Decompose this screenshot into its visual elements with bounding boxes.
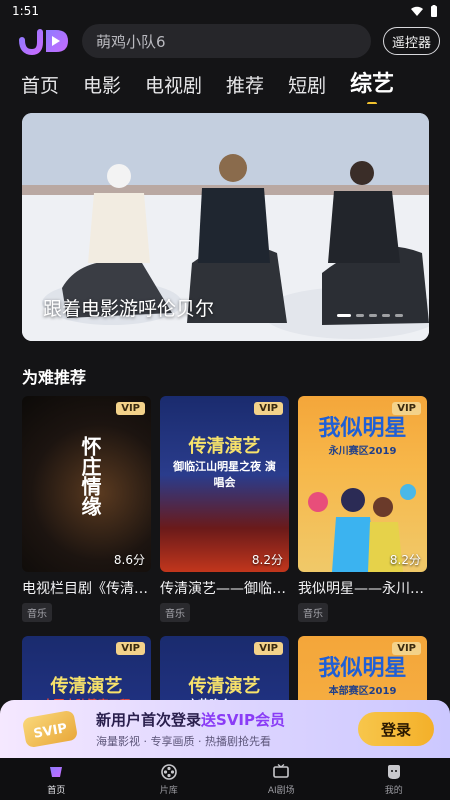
nav-item-profile[interactable]: 我的 (338, 758, 450, 800)
card-art-subtitle: 永川赛区2019 (328, 446, 397, 457)
promo-headline-highlight: 送SVIP会员 (201, 711, 286, 729)
status-time: 1:51 (12, 4, 39, 18)
carousel-dot (356, 314, 364, 317)
top-bar: 萌鸡小队6 遥控器 (0, 22, 450, 60)
card-score: 8.2分 (389, 553, 421, 567)
login-button[interactable]: 登录 (358, 712, 434, 746)
carousel-indicator (337, 314, 403, 317)
video-card[interactable]: 我似明星 永川赛区2019 VIP 8.2分 我似明星——永川… 音乐 (298, 396, 427, 622)
nav-label: 首页 (47, 785, 66, 796)
card-art-subtitle: 御临江山明星之夜 演唱会 (173, 460, 276, 489)
vip-badge: VIP (254, 642, 283, 655)
nav-label: 我的 (384, 785, 403, 796)
carousel-dot-active (337, 314, 351, 317)
film-reel-icon (160, 763, 177, 780)
vip-badge: VIP (116, 402, 145, 415)
vip-badge: VIP (392, 642, 421, 655)
tab-recommend[interactable]: 推荐 (226, 71, 264, 104)
card-title: 电视栏目剧《传清… (22, 581, 148, 597)
carousel-dot (395, 314, 403, 317)
nav-item-ai-theater[interactable]: AI剧场 (225, 758, 338, 800)
tv-icon (273, 763, 290, 778)
video-card[interactable]: 怀庄情缘 VIP 8.6分 电视栏目剧《传清… 音乐 (22, 396, 151, 622)
promo-texts: 新用户首次登录送SVIP会员 海量影视 · 专享画质 · 热播剧抢先看 (96, 709, 358, 749)
bottom-nav: 首页 片库 AI剧场 我的 (0, 758, 450, 800)
promo-subline: 海量影视 · 专享画质 · 热播剧抢先看 (96, 735, 271, 748)
card-tag: 音乐 (22, 603, 52, 622)
card-score: 8.2分 (251, 553, 283, 567)
card-tag: 音乐 (298, 603, 328, 622)
card-art-title: 传清演艺 (50, 676, 123, 697)
card-thumbnail: 我似明星 永川赛区2019 VIP 8.2分 (298, 396, 427, 572)
tab-short-drama[interactable]: 短剧 (288, 71, 326, 104)
svip-promo-banner[interactable]: SVIP 新用户首次登录送SVIP会员 海量影视 · 专享画质 · 热播剧抢先看… (0, 700, 450, 758)
tab-home[interactable]: 首页 (21, 71, 59, 104)
promo-headline-prefix: 新用户首次登录 (96, 711, 202, 729)
nav-label: 片库 (159, 785, 178, 796)
status-icons (410, 4, 438, 18)
svip-badge-icon: SVIP (23, 710, 77, 748)
remote-control-button[interactable]: 遥控器 (382, 27, 440, 55)
card-art-title: 传清演艺 (188, 676, 261, 697)
hero-banner[interactable]: 跟着电影游呼伦贝尔 (22, 113, 429, 341)
wifi-icon (411, 6, 423, 16)
vip-badge: VIP (116, 642, 145, 655)
video-card[interactable]: 传清演艺 御临江山明星之夜 演唱会 VIP 8.2分 传清演艺——御临… 音乐 (160, 396, 289, 622)
app-logo[interactable] (18, 26, 70, 56)
carousel-dot (382, 314, 390, 317)
tab-movie[interactable]: 电影 (83, 71, 121, 104)
card-thumbnail: 怀庄情缘 VIP 8.6分 (22, 396, 151, 572)
vip-badge: VIP (392, 402, 421, 415)
card-title: 传清演艺——御临… (160, 581, 286, 597)
battery-icon (431, 4, 437, 17)
tab-tv-series[interactable]: 电视剧 (145, 71, 202, 104)
promo-headline: 新用户首次登录送SVIP会员 (96, 709, 358, 730)
card-art-title: 怀庄情缘 (78, 436, 102, 516)
profile-icon (387, 764, 400, 779)
card-title: 我似明星——永川… (298, 581, 424, 597)
status-bar: 1:51 (0, 0, 450, 22)
vip-badge: VIP (254, 402, 283, 415)
card-tag: 音乐 (160, 603, 190, 622)
home-icon (50, 766, 63, 777)
search-placeholder: 萌鸡小队6 (96, 32, 166, 51)
card-art-subtitle: 本部赛区2019 (328, 686, 397, 697)
nav-item-library[interactable]: 片库 (113, 758, 226, 800)
card-thumbnail: 传清演艺 御临江山明星之夜 演唱会 VIP 8.2分 (160, 396, 289, 572)
card-score: 8.6分 (113, 553, 145, 567)
nav-label: AI剧场 (267, 785, 295, 796)
hero-caption: 跟着电影游呼伦贝尔 (43, 298, 215, 320)
nav-item-home[interactable]: 首页 (0, 758, 113, 800)
carousel-dot (369, 314, 377, 317)
search-input[interactable]: 萌鸡小队6 (82, 24, 371, 58)
category-tabs: 首页 电影 电视剧 推荐 短剧 综艺 (0, 64, 450, 104)
section-title: 为难推荐 (22, 368, 87, 387)
tab-variety[interactable]: 综艺 (350, 66, 394, 104)
card-art-title: 传清演艺 (188, 436, 261, 457)
